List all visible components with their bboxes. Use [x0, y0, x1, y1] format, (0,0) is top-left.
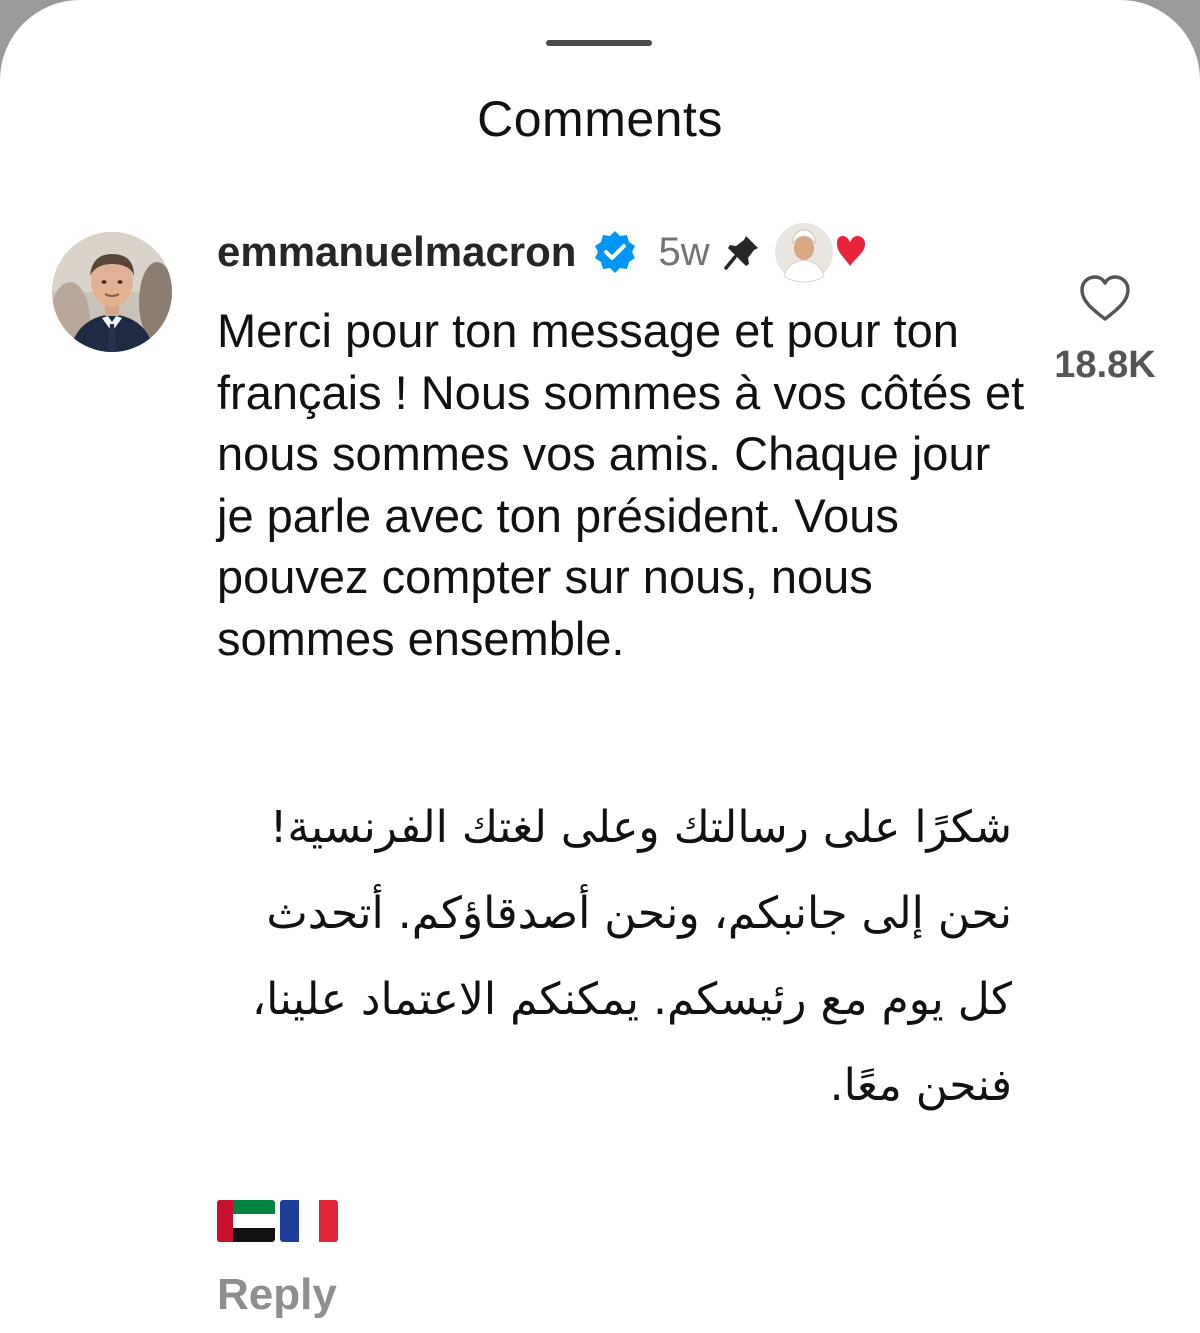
drag-handle[interactable]: [546, 40, 652, 46]
heart-outline-icon[interactable]: [1078, 272, 1132, 326]
arabic-line: نحن إلى جانبكم، ونحن أصدقاؤكم. أتحدث: [266, 888, 1012, 939]
arabic-line: فنحن معًا.: [829, 1060, 1012, 1111]
sheet-title: Comments: [477, 91, 723, 147]
like-count: 18.8K: [1054, 344, 1156, 386]
uae-flag-icon: [217, 1200, 275, 1242]
arabic-line: شكرًا على رسالتك وعلى لغتك الفرنسية!: [269, 802, 1012, 853]
username[interactable]: emmanuelmacron: [217, 228, 576, 276]
reply-button[interactable]: Reply: [217, 1270, 337, 1320]
comment-header: emmanuelmacron 5w: [217, 220, 870, 284]
flags-emoji: [217, 1200, 338, 1242]
france-flag-icon: [280, 1200, 338, 1242]
pin-icon: [722, 232, 762, 272]
avatar[interactable]: [52, 232, 172, 352]
creator-heart-avatar-icon: [774, 220, 870, 284]
verified-badge-icon: [592, 229, 638, 275]
comment-text-arabic: شكرًا على رسالتك وعلى لغتك الفرنسية! نحن…: [217, 785, 1012, 1129]
timestamp: 5w: [658, 229, 710, 274]
comments-sheet: Comments emmanuelmacron 5w Merci pour to…: [0, 0, 1200, 1333]
arabic-line: كل يوم مع رئيسكم. يمكنكم الاعتماد علينا،: [251, 974, 1012, 1025]
comment-text-french: Merci pour ton message et pour ton franç…: [217, 304, 1025, 665]
